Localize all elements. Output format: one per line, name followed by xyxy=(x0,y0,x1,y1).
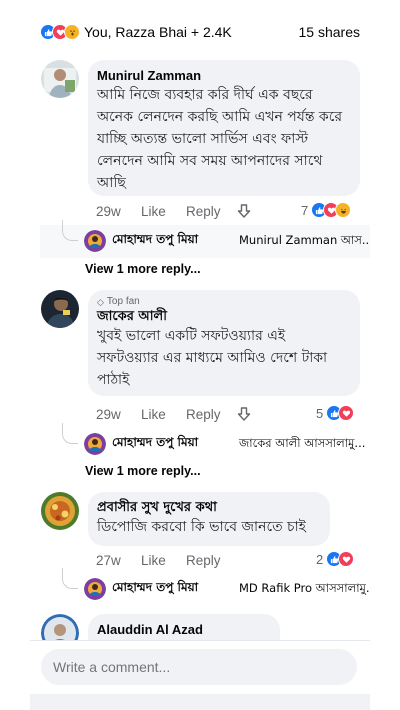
reaction-count: 5 xyxy=(316,405,324,421)
reaction-people[interactable]: You, Razza Bhai + 2.4K xyxy=(84,24,232,40)
like-button[interactable]: Like xyxy=(141,204,186,219)
diamond-icon: ◇ xyxy=(97,297,104,307)
comment-bubble: ◇ Top fan জাকের আলী খুবই ভালো একটি সফটওয… xyxy=(88,290,360,396)
reply-author[interactable]: মোহাম্মদ তপু মিয়া xyxy=(112,434,198,454)
reply-button[interactable]: Reply xyxy=(186,407,236,422)
comment-author[interactable]: Munirul Zamman xyxy=(97,67,348,84)
comment-author[interactable]: Alauddin Al Azad xyxy=(97,621,268,638)
like-button[interactable]: Like xyxy=(141,553,186,568)
comment-time[interactable]: 29w xyxy=(96,204,141,219)
comment-actions: 29w Like Reply xyxy=(96,405,258,423)
reaction-summary[interactable]: You, Razza Bhai + 2.4K 15 shares xyxy=(40,22,360,42)
reply-button[interactable]: Reply xyxy=(186,553,236,568)
haha-icon xyxy=(335,202,352,218)
reaction-count: 2 xyxy=(316,551,324,567)
view-more-replies[interactable]: View 1 more reply... xyxy=(85,464,201,478)
thread-line xyxy=(62,423,78,444)
comment-time[interactable]: 29w xyxy=(96,407,141,422)
love-icon xyxy=(338,551,355,567)
avatar[interactable] xyxy=(84,433,106,455)
wow-icon xyxy=(64,24,80,40)
reply-text: জাকের আলী আসসালামু... xyxy=(239,435,366,450)
top-fan-badge: ◇ Top fan xyxy=(97,296,348,308)
comment-time[interactable]: 27w xyxy=(96,553,141,568)
reply-author[interactable]: মোহাম্মদ তপু মিয়া xyxy=(112,231,198,251)
comment-bubble: Munirul Zamman আমি নিজে ব্যবহার করি দীর্… xyxy=(88,60,360,196)
avatar[interactable] xyxy=(84,230,106,252)
write-comment-input[interactable] xyxy=(41,649,357,685)
reply-text: MD Rafik Pro আসসালামু... xyxy=(239,580,370,595)
comment-composer xyxy=(30,640,370,695)
comment-text: আমি নিজে ব্যবহার করি দীর্ঘ এক বছরে অনেক … xyxy=(97,87,343,191)
comment-bubble: প্রবাসীর সুখ দুখের কথা ডিপোজি করবো কি ভা… xyxy=(88,492,330,546)
comment-author[interactable]: প্রবাসীর সুখ দুখের কথা xyxy=(97,499,318,516)
reply-text: Munirul Zamman আস... xyxy=(239,232,370,247)
comment-reactions[interactable]: 5 xyxy=(316,405,355,421)
avatar[interactable] xyxy=(41,290,79,328)
love-icon xyxy=(338,405,355,421)
avatar[interactable] xyxy=(84,578,106,600)
thread-line xyxy=(62,568,78,589)
comment-reactions[interactable]: 7 xyxy=(301,202,352,218)
comment-author[interactable]: জাকের আলী xyxy=(97,308,348,325)
thread-line xyxy=(62,220,78,241)
avatar[interactable] xyxy=(41,60,79,98)
top-fan-label: Top fan xyxy=(106,296,140,307)
reply-author[interactable]: মোহাম্মদ তপু মিয়া xyxy=(112,579,198,599)
avatar[interactable] xyxy=(41,492,79,530)
comment-reactions[interactable]: 2 xyxy=(316,551,355,567)
comment-actions: 29w Like Reply xyxy=(96,202,258,220)
comment-actions: 27w Like Reply xyxy=(96,551,236,569)
like-button[interactable]: Like xyxy=(141,407,186,422)
share-arrow-icon[interactable] xyxy=(236,406,258,422)
reply-button[interactable]: Reply xyxy=(186,204,236,219)
share-arrow-icon[interactable] xyxy=(236,203,258,219)
comment-text: ডিপোজি করবো কি ভাবে জানতে চাই xyxy=(97,519,306,535)
view-more-replies[interactable]: View 1 more reply... xyxy=(85,262,201,276)
comments-panel: You, Razza Bhai + 2.4K 15 shares Munirul… xyxy=(30,0,370,710)
shares-count[interactable]: 15 shares xyxy=(299,24,360,40)
bottom-divider xyxy=(30,694,370,710)
comment-text: খুবই ভালো একটি সফটওয়্যার এই সফটওয়্যার … xyxy=(97,328,328,388)
reaction-count: 7 xyxy=(301,202,309,218)
